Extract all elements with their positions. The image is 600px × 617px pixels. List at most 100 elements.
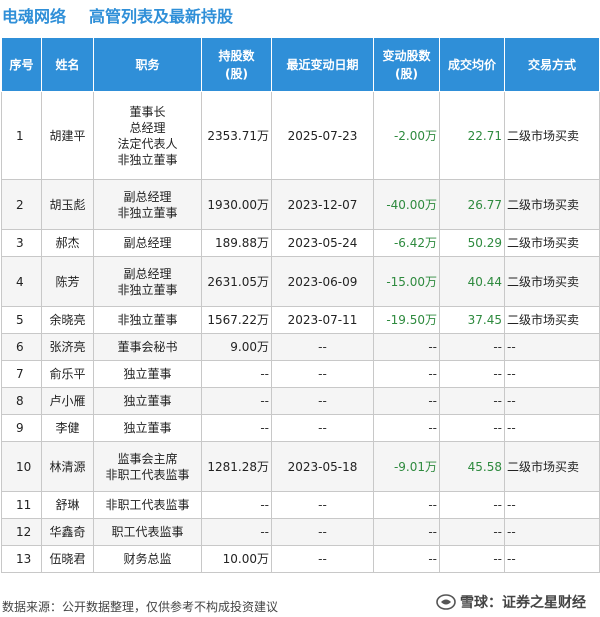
row-price: 50.29 xyxy=(439,229,505,257)
position-line: 独立董事 xyxy=(123,421,172,435)
table-row: 13 伍晓君 财务总监 10.00万 -- -- -- -- xyxy=(1,545,600,573)
header-position: 职务 xyxy=(93,37,202,92)
row-price: -- xyxy=(439,360,505,388)
row-price: 40.44 xyxy=(439,256,505,307)
table-row: 4 陈芳 副总经理 非独立董事 2631.05万 2023-06-09 -15.00万 40.… xyxy=(1,256,600,307)
header-name: 姓名 xyxy=(41,37,94,92)
row-index: 1 xyxy=(1,91,42,180)
row-date: -- xyxy=(271,545,374,573)
row-name: 陈芳 xyxy=(41,256,94,307)
row-holding: 189.88万 xyxy=(201,229,272,257)
row-holding: 1281.28万 xyxy=(201,441,272,492)
row-name: 俞乐平 xyxy=(41,360,94,388)
table-row: 5 余晓亮 非独立董事 1567.22万 2023-07-11 -19.50万 37.45 二… xyxy=(1,306,600,334)
position-line: 监事会主席 xyxy=(117,451,178,466)
row-date: -- xyxy=(271,333,374,361)
row-index: 4 xyxy=(1,256,42,307)
row-holding: 10.00万 xyxy=(201,545,272,573)
position-line: 非职工代表监事 xyxy=(105,467,190,482)
row-index: 8 xyxy=(1,387,42,415)
row-index: 13 xyxy=(1,545,42,573)
row-position: 副总经理 xyxy=(93,229,202,257)
row-index: 11 xyxy=(1,491,42,519)
row-position: 独立董事 xyxy=(93,360,202,388)
row-position: 监事会主席 非职工代表监事 xyxy=(93,441,202,492)
row-change: -15.00万 xyxy=(373,256,440,307)
row-name: 李健 xyxy=(41,414,94,442)
row-index: 10 xyxy=(1,441,42,492)
row-date: 2023-06-09 xyxy=(271,256,374,307)
row-change: -19.50万 xyxy=(373,306,440,334)
position-line: 副总经理 xyxy=(123,266,172,281)
header-price: 成交均价 xyxy=(439,37,505,92)
row-holding: -- xyxy=(201,491,272,519)
row-date: 2023-12-07 xyxy=(271,179,374,230)
row-price: -- xyxy=(439,333,505,361)
row-name: 胡玉彪 xyxy=(41,179,94,230)
row-holding: 2353.71万 xyxy=(201,91,272,180)
row-position: 财务总监 xyxy=(93,545,202,573)
header-holding-line2: (股) xyxy=(225,66,248,81)
row-mode: -- xyxy=(504,360,600,388)
header-date: 最近变动日期 xyxy=(271,37,374,92)
row-mode: 二级市场买卖 xyxy=(504,306,600,334)
row-mode: 二级市场买卖 xyxy=(504,179,600,230)
row-holding: -- xyxy=(201,387,272,415)
position-line: 副总经理 xyxy=(123,189,172,204)
row-change: -- xyxy=(373,414,440,442)
row-holding: 1930.00万 xyxy=(201,179,272,230)
row-name: 张济亮 xyxy=(41,333,94,361)
row-mode: -- xyxy=(504,387,600,415)
position-line: 独立董事 xyxy=(123,394,172,408)
row-change: -9.01万 xyxy=(373,441,440,492)
row-price: -- xyxy=(439,491,505,519)
row-index: 5 xyxy=(1,306,42,334)
row-date: 2023-05-24 xyxy=(271,229,374,257)
row-price: 37.45 xyxy=(439,306,505,334)
row-mode: -- xyxy=(504,545,600,573)
row-date: 2025-07-23 xyxy=(271,91,374,180)
table-row: 1 胡建平 董事长 总经理 法定代表人 非独立董事 2353.71万 2025-07-23 -2… xyxy=(1,91,600,180)
position-line: 非独立董事 xyxy=(117,152,178,167)
row-position: 职工代表监事 xyxy=(93,518,202,546)
row-date: -- xyxy=(271,518,374,546)
row-change: -40.00万 xyxy=(373,179,440,230)
data-source-note: 数据来源：公开数据整理，仅供参考不构成投资建议 xyxy=(2,600,279,614)
row-position: 董事会秘书 xyxy=(93,333,202,361)
row-price: 45.58 xyxy=(439,441,505,492)
row-mode: -- xyxy=(504,518,600,546)
executive-table: 序号 姓名 职务 持股数 (股) 最近变动日期 变动股数 (股) 成交均价 交易… xyxy=(1,37,600,573)
title-bar: 电魂网络 高管列表及最新持股 xyxy=(0,0,600,32)
row-mode: 二级市场买卖 xyxy=(504,441,600,492)
row-holding: -- xyxy=(201,518,272,546)
watermark-brand: 雪球：证券之星财经 xyxy=(436,592,586,612)
table-header-row: 序号 姓名 职务 持股数 (股) 最近变动日期 变动股数 (股) 成交均价 交易… xyxy=(1,37,600,92)
row-name: 余晓亮 xyxy=(41,306,94,334)
row-change: -- xyxy=(373,518,440,546)
row-mode: -- xyxy=(504,491,600,519)
position-line: 独立董事 xyxy=(123,367,172,381)
row-date: -- xyxy=(271,414,374,442)
position-line: 职工代表监事 xyxy=(111,525,184,539)
row-name: 卢小雁 xyxy=(41,387,94,415)
row-change: -- xyxy=(373,491,440,519)
row-holding: -- xyxy=(201,414,272,442)
row-name: 郝杰 xyxy=(41,229,94,257)
position-line: 法定代表人 xyxy=(117,136,178,151)
row-date: 2023-07-11 xyxy=(271,306,374,334)
row-index: 6 xyxy=(1,333,42,361)
row-position: 董事长 总经理 法定代表人 非独立董事 xyxy=(93,91,202,180)
row-position: 副总经理 非独立董事 xyxy=(93,256,202,307)
row-change: -- xyxy=(373,333,440,361)
table-body: 1 胡建平 董事长 总经理 法定代表人 非独立董事 2353.71万 2025-07-23 -2… xyxy=(1,91,600,573)
table-row: 6 张济亮 董事会秘书 9.00万 -- -- -- -- xyxy=(1,333,600,361)
row-position: 非独立董事 xyxy=(93,306,202,334)
row-holding: 2631.05万 xyxy=(201,256,272,307)
row-price: -- xyxy=(439,387,505,415)
position-line: 总经理 xyxy=(129,120,166,135)
row-holding: -- xyxy=(201,360,272,388)
position-line: 董事长 xyxy=(129,104,166,119)
row-change: -2.00万 xyxy=(373,91,440,180)
row-name: 伍晓君 xyxy=(41,545,94,573)
header-holding-line1: 持股数 xyxy=(218,48,255,63)
